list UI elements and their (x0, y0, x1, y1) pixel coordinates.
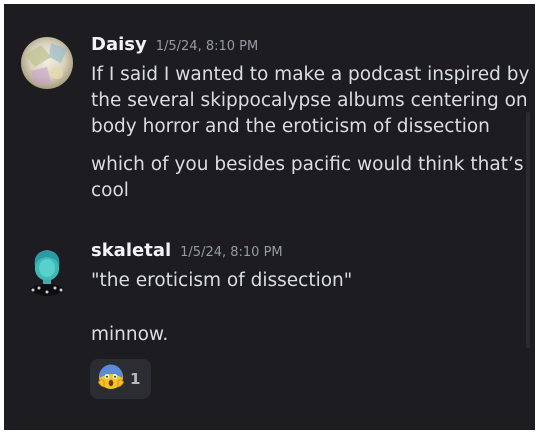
avatar-image (21, 37, 73, 89)
message-text: which of you besides pacific would think… (91, 154, 524, 201)
avatar[interactable] (21, 244, 73, 296)
timestamp[interactable]: 1/5/24, 8:10 PM (180, 245, 283, 260)
message-text: minnow. (91, 324, 169, 345)
message-text: If I said I wanted to make a podcast ins… (91, 64, 530, 137)
message-header: skaletal 1/5/24, 8:10 PM (91, 240, 283, 261)
avatar[interactable] (21, 37, 73, 89)
username[interactable]: skaletal (91, 240, 171, 261)
reaction-count: 1 (130, 370, 141, 388)
username[interactable]: Daisy (91, 34, 147, 55)
chat-panel: Daisy 1/5/24, 8:10 PM If I said I wanted… (4, 4, 535, 430)
reaction-button[interactable]: 1 (90, 359, 151, 399)
message-header: Daisy 1/5/24, 8:10 PM (91, 34, 258, 55)
avatar-image (21, 244, 73, 296)
face-screaming-in-fear-icon (98, 364, 124, 394)
timestamp[interactable]: 1/5/24, 8:10 PM (156, 39, 259, 54)
scrollbar[interactable] (526, 112, 530, 348)
message-text: "the eroticism of dissection" (91, 270, 353, 291)
